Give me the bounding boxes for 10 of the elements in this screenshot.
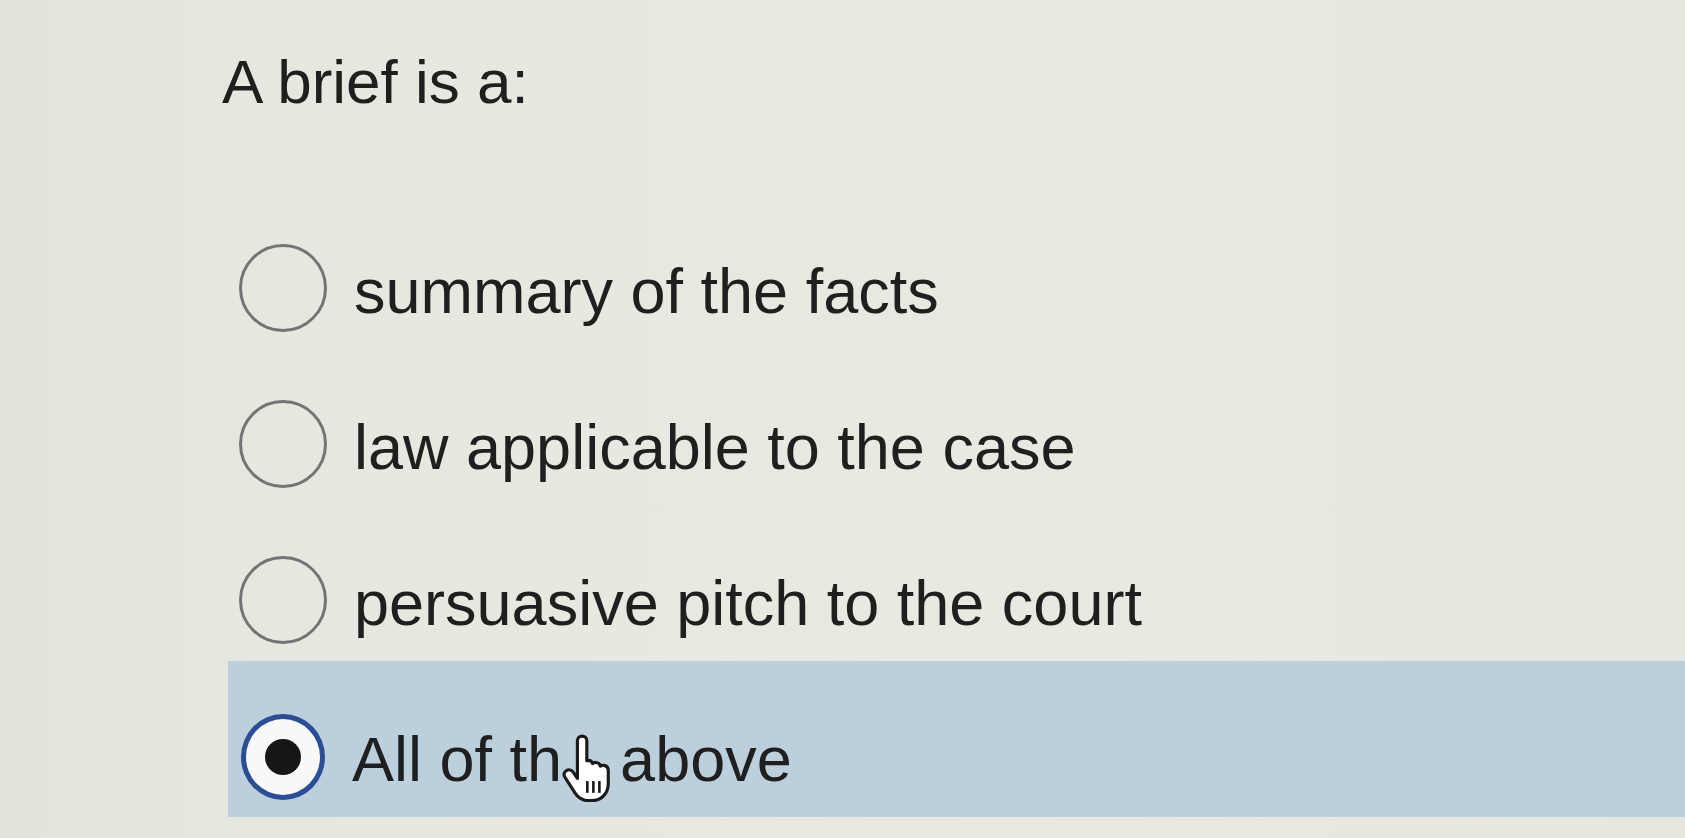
highlighted-option-row[interactable]: All of th above xyxy=(228,661,1685,818)
question-text: A brief is a: xyxy=(222,46,529,118)
radio-button[interactable] xyxy=(239,556,327,645)
radio-button[interactable] xyxy=(239,400,327,489)
radio-button[interactable] xyxy=(239,244,327,333)
option-label: persuasive pitch to the court xyxy=(354,566,1142,640)
option-label: summary of the facts xyxy=(354,254,939,328)
option-label: law applicable to the case xyxy=(354,410,1076,484)
option-label: above xyxy=(620,722,792,796)
option-label: All of th xyxy=(352,722,563,796)
